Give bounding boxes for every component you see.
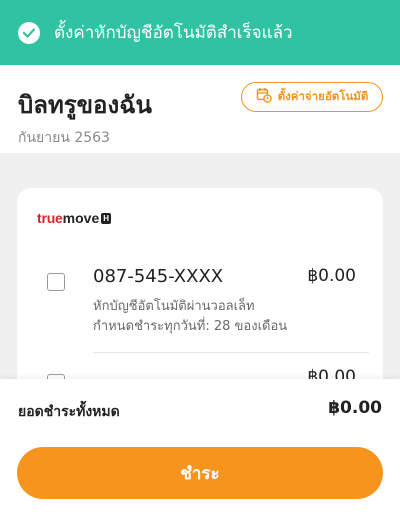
bill-period: กันยายน 2563 [18,130,110,146]
payment-footer: ยอดชำระทั้งหมด ฿0.00 ชำระ [0,379,400,520]
success-toast: ตั้งค่าหักบัญชีอัตโนมัติสำเร็จแล้ว [0,0,400,65]
toast-message: ตั้งค่าหักบัญชีอัตโนมัติสำเร็จแล้ว [54,23,293,43]
auto-pay-settings-button[interactable]: ตั้งค่าจ่ายอัตโนมัติ [241,82,383,112]
bill-row[interactable]: 087-545-XXXX ฿0.00 หักบัญชีอัตโนมัติผ่าน… [17,263,383,353]
truemove-h-logo: true move H [37,210,112,226]
pay-button[interactable]: ชำระ [17,447,383,499]
bill-payment-method: หักบัญชีอัตโนมัติผ่านวอลเล็ท [93,299,255,314]
check-circle-icon [18,21,40,44]
page-header: บิลทรูของฉัน กันยายน 2563 ตั้งค่าจ่ายอัต… [0,65,400,153]
bill-amount: ฿0.00 [307,266,356,286]
calendar-clock-icon [256,87,272,107]
row-divider [93,352,369,353]
total-amount: ฿0.00 [328,398,382,418]
page-title: บิลทรูของฉัน [18,91,152,119]
phone-number: 087-545-XXXX [93,266,224,287]
auto-pay-settings-label: ตั้งค่าจ่ายอัตโนมัติ [277,89,369,103]
bill-checkbox[interactable] [47,273,65,291]
total-label: ยอดชำระทั้งหมด [18,404,120,420]
bill-due-date: กำหนดชำระทุกวันที่: 28 ของเดือน [93,319,288,334]
pay-button-label: ชำระ [180,463,220,484]
